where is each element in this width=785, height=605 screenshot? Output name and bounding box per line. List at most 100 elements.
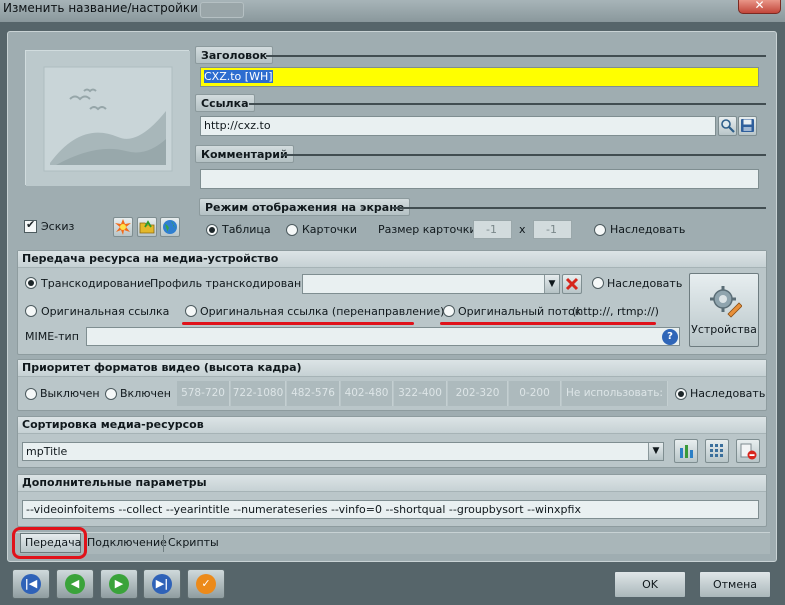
tab-scripts[interactable]: Скрипты [168, 535, 219, 552]
next-icon: ▶ [109, 574, 129, 594]
format-button[interactable]: 482-576 [287, 381, 340, 406]
profile-select[interactable] [302, 274, 560, 294]
transfer-group-title: Передача ресурса на медиа-устройство [18, 251, 766, 268]
gear-pencil-icon [710, 286, 742, 318]
ok-button[interactable]: OK [614, 571, 686, 598]
devices-label: Устройства [691, 323, 757, 336]
original-link-redirect-radio[interactable] [185, 305, 197, 317]
skip-last-icon: ▶| [152, 574, 172, 594]
priority-on-radio[interactable] [105, 388, 117, 400]
prev-item-button[interactable]: ◀ [56, 569, 94, 599]
sort-order-button[interactable] [674, 439, 698, 463]
prev-icon: ◀ [65, 574, 85, 594]
search-link-button[interactable] [718, 116, 737, 136]
title-section-label: Заголовок [195, 46, 274, 64]
devices-button[interactable]: Устройства [689, 273, 759, 347]
priority-off-radio[interactable] [25, 388, 37, 400]
transfer-inherit-radio[interactable] [592, 277, 604, 289]
title-bar: Изменить название/настройки [0, 0, 785, 22]
link-field[interactable]: http://cxz.to [200, 116, 716, 136]
sorting-select[interactable]: mpTitle [22, 442, 664, 461]
format-button[interactable]: Не использовать: [562, 381, 668, 406]
original-stream-label: Оригинальный поток [458, 305, 582, 318]
window-title: Изменить название/настройки [3, 1, 198, 15]
format-button[interactable]: 322-400 [394, 381, 447, 406]
comment-section-label: Комментарий [195, 145, 294, 163]
sort-arrows-icon [680, 445, 693, 458]
original-stream-radio[interactable] [443, 305, 455, 317]
display-inherit-label: Наследовать [610, 223, 686, 236]
format-button[interactable]: 202-320 [448, 381, 508, 406]
floppy-icon [741, 119, 754, 132]
format-button[interactable]: 402-480 [341, 381, 393, 406]
sorting-dropdown-icon[interactable]: ▼ [648, 443, 663, 460]
comment-field[interactable] [200, 169, 759, 189]
sketch-label: Эскиз [41, 220, 75, 233]
title-field[interactable]: CXZ.to [WH] [200, 67, 759, 87]
mime-field[interactable] [86, 327, 680, 346]
card-size-label: Размер карточки [378, 223, 477, 236]
close-icon: ✕ [754, 0, 765, 12]
picture-placeholder-icon [26, 51, 190, 186]
sort-delete-button[interactable] [736, 439, 760, 463]
mime-label: MIME-тип [25, 330, 79, 343]
card-size-x: x [519, 223, 526, 236]
display-mode-label: Режим отображения на экране [199, 198, 411, 216]
sorting-title: Сортировка медиа-ресурсов [18, 417, 766, 434]
video-priority-title: Приоритет форматов видео (высота кадра) [18, 360, 766, 377]
format-button[interactable]: 578-720 [177, 381, 230, 406]
tab-connection[interactable]: Подключение [87, 535, 167, 552]
profile-dropdown-icon[interactable]: ▼ [544, 275, 559, 293]
card-height-spin[interactable]: -1 [533, 220, 572, 239]
grid-dots-icon [710, 444, 723, 457]
thumbnail-image[interactable] [25, 50, 190, 186]
display-cards-radio[interactable] [286, 224, 298, 236]
display-inherit-radio[interactable] [594, 224, 606, 236]
help-icon[interactable]: ? [662, 329, 678, 345]
delete-list-icon [740, 443, 757, 460]
title-field-value: CXZ.to [WH] [204, 70, 273, 83]
sketch-folder-button[interactable] [137, 217, 157, 237]
tab-transfer[interactable]: Передача [20, 533, 81, 553]
comment-section-line [281, 154, 766, 156]
first-item-button[interactable]: |◀ [12, 569, 50, 599]
card-width-spin[interactable]: -1 [473, 220, 512, 239]
transcoding-label: Транскодирование [41, 277, 151, 290]
original-link-redirect-label: Оригинальная ссылка (перенаправление) [200, 305, 445, 318]
title-section-line [266, 55, 766, 57]
save-link-button[interactable] [738, 116, 757, 136]
display-cards-label: Карточки [302, 223, 357, 236]
priority-inherit-radio[interactable] [675, 388, 687, 400]
sketch-web-button[interactable] [160, 217, 180, 237]
last-item-button[interactable]: ▶| [143, 569, 181, 599]
sketch-burst-button[interactable] [113, 217, 133, 237]
check-icon: ✓ [196, 574, 216, 594]
next-item-button[interactable]: ▶ [100, 569, 138, 599]
cancel-button[interactable]: Отмена [699, 571, 771, 598]
transfer-inherit-label: Наследовать [607, 277, 683, 290]
title-ghost-tab [200, 2, 244, 18]
close-button[interactable]: ✕ [738, 0, 781, 14]
apply-button[interactable]: ✓ [187, 569, 225, 599]
red-x-icon [565, 277, 579, 291]
profile-label: Профиль транскодирования [150, 277, 315, 290]
profile-clear-button[interactable] [562, 274, 582, 294]
original-link-radio[interactable] [25, 305, 37, 317]
priority-on-label: Включен [120, 387, 171, 400]
format-button[interactable]: 0-200 [509, 381, 561, 406]
display-table-radio[interactable] [206, 224, 218, 236]
extra-params-field[interactable]: --videoinfoitems --collect --yearintitle… [22, 500, 759, 519]
display-table-label: Таблица [222, 223, 271, 236]
extra-params-title: Дополнительные параметры [18, 475, 766, 492]
link-section-line [249, 103, 766, 105]
globe-icon [163, 220, 177, 234]
format-button[interactable]: 722-1080 [231, 381, 286, 406]
search-icon [720, 119, 735, 133]
sketch-checkbox[interactable] [24, 218, 37, 233]
transcoding-radio[interactable] [25, 277, 37, 289]
burst-icon [115, 219, 131, 235]
annotation-underline-redirect [182, 322, 414, 325]
priority-inherit-label: Наследовать [690, 387, 766, 400]
sort-grid-button[interactable] [705, 439, 729, 463]
annotation-underline-stream [440, 322, 656, 325]
